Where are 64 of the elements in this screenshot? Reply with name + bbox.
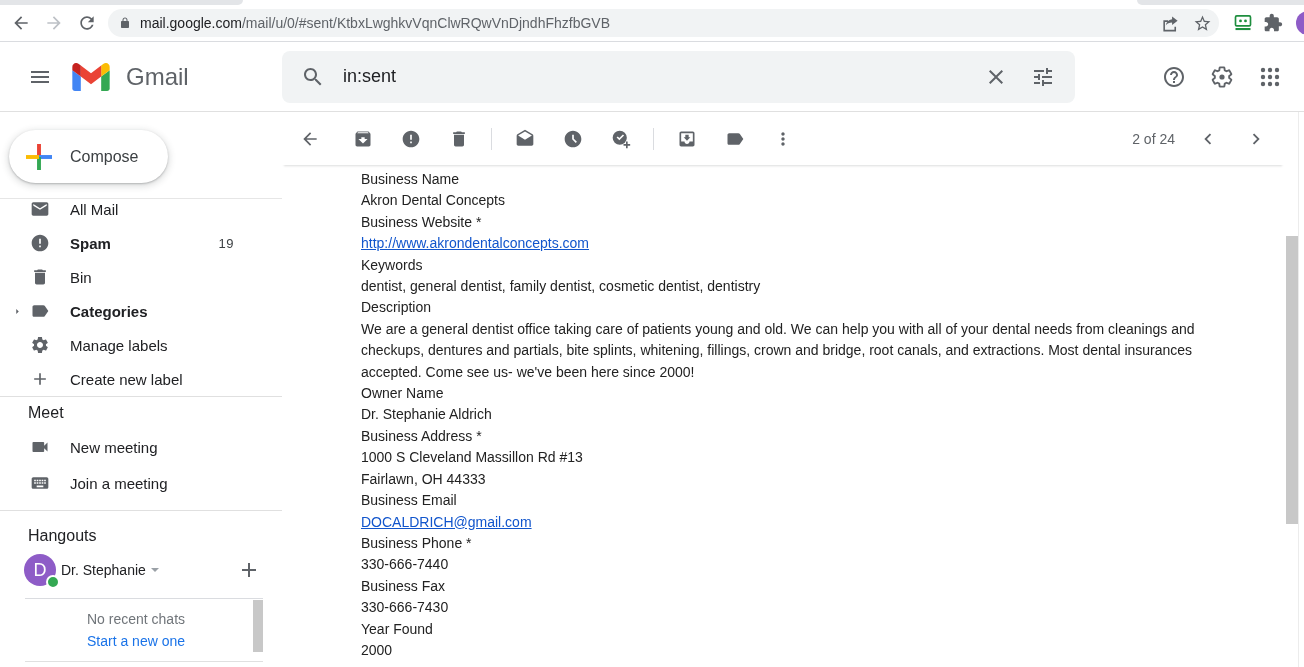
monitor-icon[interactable] (1233, 13, 1253, 33)
field-label: Business Name (361, 170, 460, 189)
nav-item[interactable]: Categories (30, 301, 234, 321)
field-value: We are a general dentist office taking care of patients young and old. We can help you with all of your dental needs from cleanings and checkups, dentures and partials, bite splints, whitening, fillings, crown and bridge, root canals, and extractions. Most dental insurances accepted. Come see us- we've been here since 2000! (361, 320, 1195, 380)
meet-item[interactable]: Join a meeting (30, 465, 168, 501)
section-title: Hangouts (28, 526, 97, 546)
field-label: Business Phone * (361, 533, 472, 553)
nav-item[interactable]: Create new label (30, 369, 234, 389)
puzzle-piece-icon[interactable] (1263, 13, 1283, 33)
search-input[interactable]: in:sent (343, 63, 972, 90)
field-value: dentist, general dentist, family dentist, cosmetic dentist, dentistry (361, 278, 761, 295)
value-link[interactable]: DOCALDRICH@gmail.com (361, 513, 532, 530)
section-title: Meet (28, 403, 64, 423)
caret-down-icon[interactable] (150, 568, 159, 572)
plus-icon[interactable] (241, 563, 256, 577)
user-name[interactable]: Dr. Stephanie (61, 562, 146, 578)
app-name[interactable]: Gmail (126, 62, 189, 91)
logo-icon[interactable] (72, 62, 110, 91)
nav-item[interactable]: All Mail (30, 199, 234, 219)
envelope-open-icon[interactable] (515, 128, 535, 149)
meet-item[interactable]: New meeting (30, 429, 158, 465)
field-value: Fairlawn, OH 44333 (361, 470, 486, 487)
profile-avatar-icon[interactable] (1296, 11, 1304, 35)
plus-icon (26, 143, 52, 170)
nav-item[interactable]: Bin (30, 267, 234, 287)
scrollbar-thumb[interactable] (253, 600, 263, 652)
value-link[interactable]: http://www.akrondentalconcepts.com (361, 235, 589, 252)
user-avatar[interactable]: D (24, 554, 56, 586)
envelope-icon (30, 199, 50, 219)
empty-message: No recent chats (86, 610, 186, 629)
compose-button[interactable]: Compose (9, 130, 168, 183)
lock-icon[interactable] (119, 17, 131, 29)
search-field[interactable]: in:sent (282, 50, 1075, 103)
field-value: 1000 S Cleveland Massillon Rd #13 (361, 449, 583, 466)
field-label: Business Fax (361, 576, 446, 596)
start-chat-link[interactable]: Start a new one (86, 633, 186, 649)
field-label: Owner Name (361, 384, 444, 404)
help-icon[interactable] (1162, 64, 1186, 89)
gear-icon (30, 335, 50, 355)
field-value: 330-666-7430 (361, 599, 449, 616)
star-icon[interactable] (1193, 13, 1212, 33)
address-bar[interactable]: mail.google.com/mail/u/0/#sent/KtbxLwghkvVqnClwRQwVnDjndhFhzfbGVB (108, 9, 1219, 37)
alert-icon[interactable] (401, 128, 421, 149)
field-label: Business Address * (361, 426, 482, 446)
check-circle-plus-icon[interactable] (611, 128, 631, 149)
field-value: 330-666-7440 (361, 556, 449, 573)
settings-icon[interactable] (1210, 64, 1234, 89)
field-label: Business Email (361, 491, 457, 511)
field-value: Dr. Stephanie Aldrich (361, 406, 492, 423)
field-label: Keywords (361, 255, 423, 275)
alert-icon (30, 233, 50, 253)
reload-icon[interactable] (77, 13, 97, 33)
field-value: 2000 (361, 641, 393, 658)
field-value: Akron Dental Concepts (361, 192, 505, 209)
nav-item[interactable]: Manage labels (30, 335, 234, 355)
clock-icon[interactable] (563, 128, 583, 149)
nav-item[interactable]: Spam 19 (30, 233, 234, 253)
field-label: Year Found (361, 619, 433, 639)
field-label: Description (361, 298, 432, 318)
unread-count: 19 (218, 235, 234, 251)
scrollbar-thumb[interactable] (1286, 236, 1298, 524)
caret-right-icon[interactable] (14, 306, 20, 316)
field-label: Business Website * (361, 212, 482, 232)
page-counter: 2 of 24 (1132, 130, 1175, 147)
